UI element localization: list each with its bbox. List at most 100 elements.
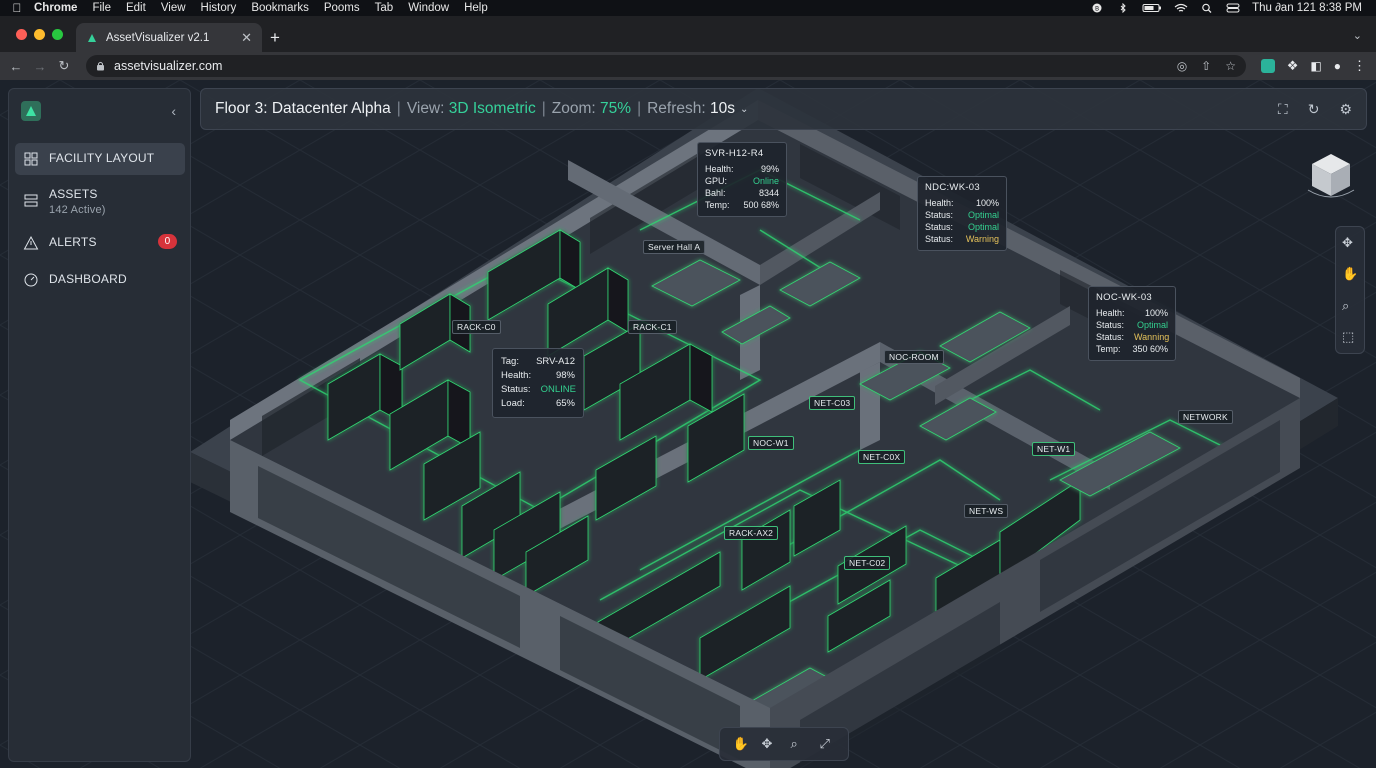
label-network[interactable]: NETWORK [1178, 410, 1233, 424]
refresh-icon[interactable]: ↻ [1308, 101, 1320, 118]
isometric-floor-plan[interactable] [0, 80, 1376, 768]
view-mode-value[interactable]: 3D Isometric [449, 100, 536, 118]
bottom-tool-bar: ✋ ✥ ⌕ ⤢ [719, 727, 849, 761]
tab-search-chevron-icon[interactable]: ⌄ [1353, 29, 1362, 42]
reload-icon[interactable]: ↻ [52, 58, 76, 74]
label-noc-w1[interactable]: NOC-W1 [748, 436, 794, 450]
chevron-down-icon[interactable]: ⌄ [740, 104, 748, 115]
zoom-search-icon[interactable]: ⌕ [1342, 298, 1358, 314]
alert-triangle-icon [23, 235, 39, 250]
label-noc-room[interactable]: NOC-ROOM [884, 350, 944, 364]
view-cube-icon[interactable] [1306, 150, 1356, 202]
tooltip-value: 100% [1144, 308, 1168, 318]
logo-icon [26, 106, 36, 116]
menu-bookmarks[interactable]: Bookmarks [251, 2, 309, 14]
tooltip-svr-h12: SVR-H12-R4 Health: 99% GPU: Online Bahl: 83… [697, 142, 787, 217]
menu-view[interactable]: View [161, 2, 186, 14]
browser-tab[interactable]: AssetVisualizer v2.1 ✕ [76, 23, 262, 52]
menu-clock[interactable]: Thu ∂an 121 8:38 PM [1252, 2, 1362, 14]
label-rack-c1[interactable]: RACK-C1 [628, 320, 677, 334]
spotlight-search-icon[interactable] [1200, 3, 1214, 13]
sidebar-item-alerts[interactable]: ALERTS 0 [15, 227, 185, 259]
pan-hand-icon[interactable]: ✋ [733, 736, 749, 752]
sidebar-item-assets[interactable]: ASSETS 142 Active) [15, 179, 185, 224]
fullscreen-icon[interactable]: ⛶ [1278, 101, 1288, 118]
menu-history[interactable]: History [201, 2, 237, 14]
new-tab-button[interactable]: + [270, 28, 280, 48]
tooltip-title: SVR-H12-R4 [705, 148, 764, 159]
label-rack-c0[interactable]: RACK-C0 [452, 320, 501, 334]
settings-gear-icon[interactable]: ⚙ [1339, 101, 1352, 118]
fit-view-icon[interactable]: ⬚ [1342, 329, 1358, 345]
menu-tab[interactable]: Tab [375, 2, 394, 14]
tooltip-title: NOC-WK-03 [1096, 292, 1153, 303]
tooltip-key: Temp: [1096, 344, 1121, 354]
share-icon[interactable]: ⇧ [1201, 59, 1211, 73]
forward-icon[interactable]: → [28, 59, 52, 74]
tooltip-key: GPU: [705, 176, 728, 186]
url-text[interactable]: assetvisualizer.com [114, 59, 222, 73]
menu-edit[interactable]: Edit [126, 2, 146, 14]
extension-icon[interactable] [1260, 59, 1275, 73]
svg-text:B: B [1095, 6, 1099, 13]
header-separator: | [637, 100, 642, 117]
extensions-puzzle-icon[interactable]: ❖ [1287, 58, 1299, 74]
sidebar-item-label: ASSETS [49, 187, 98, 201]
close-window-button[interactable] [16, 29, 27, 40]
label-server-hall[interactable]: Server Hall A [643, 240, 706, 254]
refresh-interval-dropdown[interactable]: 10s [710, 100, 735, 118]
menu-app-name[interactable]: Chrome [34, 2, 77, 14]
navigation-tool-column: ✥ ✋ ⌕ ⬚ [1335, 226, 1365, 354]
close-tab-icon[interactable]: ✕ [241, 30, 252, 46]
maximize-window-button[interactable] [52, 29, 63, 40]
orbit-icon[interactable]: ✥ [762, 736, 778, 752]
tooltip-key: Health: [1096, 308, 1125, 318]
menu-pooms[interactable]: Pooms [324, 2, 360, 14]
lock-icon[interactable] [96, 61, 105, 71]
label-net-c0x[interactable]: NET-C0X [858, 450, 906, 464]
minimize-window-button[interactable] [34, 29, 45, 40]
tooltip-value: Optimal [1136, 320, 1168, 330]
sidebar-item-dashboard[interactable]: DASHBOARD [15, 264, 185, 296]
zoom-icon[interactable]: ⌕ [791, 736, 807, 752]
tooltip-key: Load: [501, 398, 525, 409]
tooltip-value: 99% [760, 164, 779, 174]
pan-hand-icon[interactable]: ✋ [1342, 266, 1358, 282]
profile-avatar-icon[interactable]: ● [1334, 59, 1341, 73]
tooltip-value: 100% [975, 198, 999, 208]
move-icon[interactable]: ✥ [1342, 235, 1358, 251]
tooltip-value: 65% [555, 398, 575, 409]
label-net-w1[interactable]: NET-W1 [1032, 442, 1076, 456]
bluetooth-icon[interactable] [1116, 3, 1130, 13]
menu-help[interactable]: Help [464, 2, 488, 14]
wifi-icon[interactable] [1174, 3, 1188, 13]
menu-window[interactable]: Window [408, 2, 449, 14]
google-lens-icon[interactable]: ◎ [1177, 59, 1187, 73]
tooltip-key: Status: [1096, 332, 1125, 342]
back-icon[interactable]: ← [4, 59, 28, 74]
label-net-ws[interactable]: NET-WS [964, 504, 1009, 518]
vpn-icon[interactable]: B [1090, 3, 1104, 13]
tooltip-value: Wanning [1134, 332, 1170, 342]
sidebar-item-facility-layout[interactable]: FACILITY LAYOUT [15, 143, 185, 175]
collapse-sidebar-chevron-icon[interactable]: ‹ [171, 103, 176, 119]
chrome-menu-icon[interactable]: ⋮ [1353, 58, 1366, 74]
tooltip-key: Status: [925, 222, 954, 232]
label-net-c03[interactable]: NET-C03 [809, 396, 856, 410]
floor-title: Floor 3: Datacenter Alpha [215, 100, 391, 117]
label-net-c02[interactable]: NET-C02 [844, 556, 891, 570]
label-rack-ax2[interactable]: RACK-AX2 [724, 526, 779, 540]
bookmark-star-icon[interactable]: ☆ [1225, 59, 1236, 73]
menu-file[interactable]: File [92, 2, 111, 14]
side-panel-icon[interactable]: ◧ [1310, 59, 1321, 73]
app-logo[interactable] [21, 101, 41, 121]
expand-icon[interactable]: ⤢ [820, 736, 836, 752]
battery-icon[interactable] [1142, 3, 1162, 13]
zoom-value[interactable]: 75% [600, 100, 631, 118]
apple-icon[interactable]:  [0, 1, 34, 15]
gauge-icon [24, 273, 38, 287]
control-center-icon[interactable] [1226, 3, 1240, 13]
address-bar[interactable]: assetvisualizer.com ◎ ⇧ ☆ [86, 55, 1246, 77]
tooltip-key: Health: [925, 198, 954, 208]
tooltip-key: Status: [1096, 320, 1125, 330]
